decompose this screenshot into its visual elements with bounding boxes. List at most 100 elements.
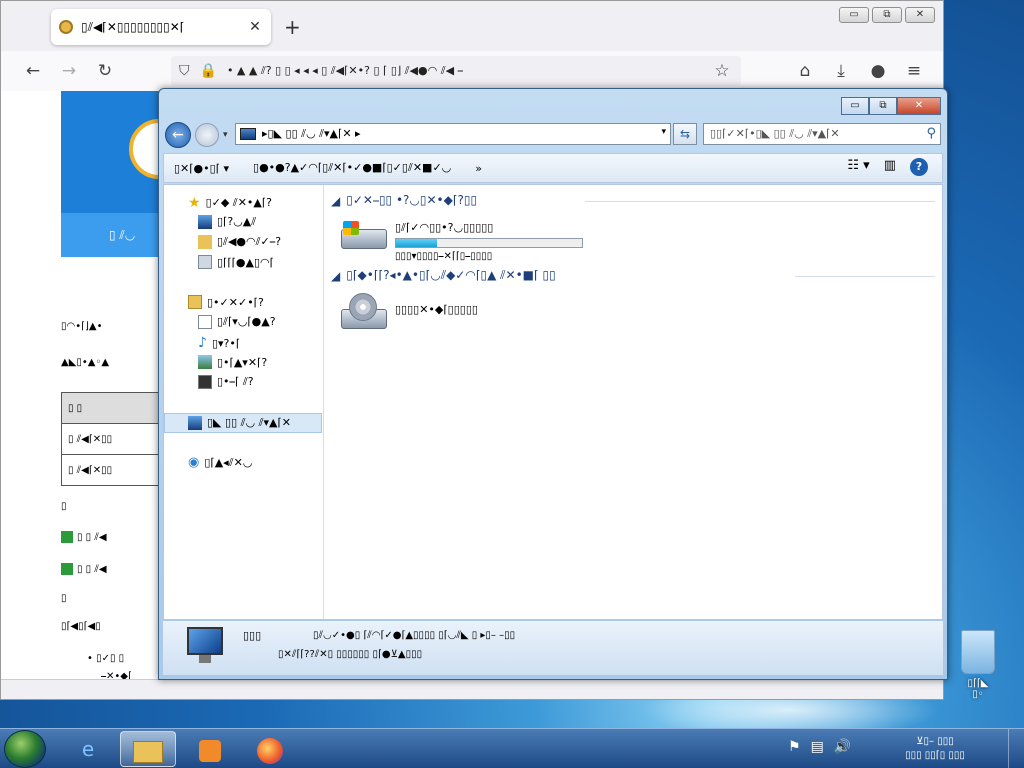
more-commands-button[interactable]: » <box>475 162 482 175</box>
nav-label: ▯✓◆ ⫽✕•▲⌈? <box>205 196 272 209</box>
nav-item-documents[interactable]: ▯⫽⌈▾◡⌈●▲? <box>198 315 276 329</box>
recycle-bin-icon <box>961 630 995 674</box>
page-table-row[interactable]: ▯ ⫽◀⌈✕▯▯ <box>62 455 160 486</box>
back-icon[interactable]: ← <box>22 61 44 81</box>
explorer-titlebar[interactable]: ▭ ⧉ ✕ <box>159 89 947 119</box>
reload-icon[interactable]: ↻ <box>94 61 116 81</box>
details-processor: ▯✕⫽⌈⌈??⫽✕▯ ▯▯▯▯▯▯ ▯⌈●⊻▲▯▯▯ <box>278 649 423 660</box>
downloads-folder-icon <box>198 235 212 249</box>
nav-item-music[interactable]: ♪ ▯▾?•⌈ <box>198 335 240 351</box>
group-header-removable[interactable]: ◢ ▯⌈◆•⌈⌈?◂•▲•▯⌈◡⫽◆✓◠⌈▯▲ ⫽✕•■⌈ ▯▯ <box>331 268 556 283</box>
system-properties-button[interactable]: ▯●•●?▲✓◠⌈▯⫽✕⌈•✓●■⌈▯✓▯⫽✕■✓◡ <box>253 161 451 175</box>
preview-pane-icon[interactable]: ▥ <box>884 158 896 176</box>
network-icon: ◉ <box>188 455 200 470</box>
system-tray: ⚑ ▤ 🔊 <box>788 739 851 755</box>
collapse-triangle-icon[interactable]: ◢ <box>331 194 340 208</box>
nav-item-downloads[interactable]: ▯⫽◀●◠⫽✓⎯? <box>198 235 281 249</box>
search-icon[interactable]: ⚲ <box>926 124 936 144</box>
group-header-label: ▯⌈◆•⌈⌈?◂•▲•▯⌈◡⫽◆✓◠⌈▯▲ ⫽✕•■⌈ ▯▯ <box>346 268 556 282</box>
page-link-line[interactable]: ▯ ▯ ⫽◀ <box>61 531 107 543</box>
browser-bottom-bar <box>1 679 943 699</box>
history-dropdown-icon[interactable]: ▾ <box>223 130 233 140</box>
drive-cd[interactable]: ▯▯▯▯✕•◆⌈▯▯▯▯▯ <box>341 293 478 329</box>
nav-item-libraries[interactable]: ▯•✓✕✓•⌈? <box>188 295 264 309</box>
address-bar[interactable]: ▸▯◣ ▯▯ ⫽◡ ⫽▾▲⌈✕ ▸ ▾ <box>235 123 671 145</box>
address-dropdown-icon[interactable]: ▾ <box>661 127 666 137</box>
page-link-text[interactable]: ▯ ▯ ⫽◀ <box>77 532 107 543</box>
explorer-close-button[interactable]: ✕ <box>897 97 941 115</box>
page-table-row[interactable]: ▯ ⫽◀⌈✕▯▯ <box>62 424 160 455</box>
toolbar-right-controls: ☷ ▾ ▥ ? <box>847 158 928 176</box>
cd-disc-icon <box>349 293 377 321</box>
browser-maximize-button[interactable]: ⧉ <box>872 7 902 23</box>
drive-local-disk[interactable]: ▯⫽⌈✓◠▯▯•?◡▯▯▯▯▯ ▯▯▯▾▯▯▯▯⎯✕⌈⌈▯⎯▯▯▯▯ <box>341 221 583 262</box>
music-icon: ♪ <box>198 335 207 351</box>
explorer-window-controls: ▭ ⧉ ✕ <box>841 97 941 115</box>
tab-close-icon[interactable]: ✕ <box>247 19 263 35</box>
volume-icon[interactable]: 🔊 <box>834 739 851 755</box>
clock[interactable]: ⊻▯– ▯▯▯ ▯▯▯ ▯▯⌈▯ ▯▯▯ <box>880 735 990 763</box>
explorer-window: ▭ ⧉ ✕ ← → ▾ ▸▯◣ ▯▯ ⫽◡ ⫽▾▲⌈✕ ▸ ▾ ⇆ ▯▯⌈✓✕⌈… <box>158 88 948 680</box>
shield-icon[interactable]: ⛉ <box>179 63 190 79</box>
navigation-pane: ★ ▯✓◆ ⫽✕•▲⌈? ▯⌈?◡▲⫽ ▯⫽◀●◠⫽✓⎯? ▯⌈⌈⌈●▲▯◠⌈ … <box>164 185 324 619</box>
explorer-maximize-button[interactable]: ⧉ <box>869 97 897 115</box>
download-icon[interactable]: ⤓ <box>830 61 852 81</box>
drive-usage-bar <box>395 238 583 248</box>
page-text-line: ▯ <box>61 593 67 604</box>
nav-item-network[interactable]: ◉ ▯⌈▲◂⫽✕◡ <box>188 455 252 470</box>
help-icon[interactable]: ? <box>910 158 928 176</box>
pictures-icon <box>198 355 212 369</box>
search-input[interactable]: ▯▯⌈✓✕⌈•▯◣ ▯▯ ⫽◡ ⫽▾▲⌈✕ ⚲ <box>703 123 941 145</box>
taskbar: e ⚑ ▤ 🔊 ⊻▯– ▯▯▯ ▯▯▯ ▯▯⌈▯ ▯▯▯ <box>0 728 1024 768</box>
group-header-hdd[interactable]: ◢ ▯✓✕⎯▯▯ •?◡▯✕•◆⌈?▯▯ <box>331 193 477 208</box>
nav-label: ▯•⌈▲▾✕⌈? <box>217 355 268 369</box>
view-options-icon[interactable]: ☷ ▾ <box>847 158 869 176</box>
browser-tab[interactable]: ▯⫽◀⌈✕▯▯▯▯▯▯▯▯✕⌈ ✕ <box>51 9 271 45</box>
nav-item-pictures[interactable]: ▯•⌈▲▾✕⌈? <box>198 355 267 369</box>
nav-item-desktop[interactable]: ▯⌈?◡▲⫽ <box>198 215 256 229</box>
url-bar[interactable]: ⛉ 🔒 • ▲ ▲ ⫽? ▯ ▯ ◂ ◂ ◂ ▯ ⫽◀⌈✕•? ▯ ⌈ ▯⌋ ⫽… <box>171 56 741 86</box>
lock-icon[interactable]: 🔒 <box>200 63 217 79</box>
url-text[interactable]: • ▲ ▲ ⫽? ▯ ▯ ◂ ◂ ◂ ▯ ⫽◀⌈✕•? ▯ ⌈ ▯⌋ ⫽◀●◠ … <box>227 64 463 78</box>
recycle-bin-label: ▯⌈⌈◣ ▯◦ <box>967 678 989 700</box>
nav-item-videos[interactable]: ▯•⎯⌈ ⫽? <box>198 375 254 389</box>
page-nav-stripe[interactable]: ▯ ⫽◡ <box>61 213 161 257</box>
bookmark-star-icon[interactable]: ☆ <box>711 61 733 81</box>
show-desktop-button[interactable] <box>1008 729 1024 768</box>
new-tab-button[interactable]: + <box>284 15 301 39</box>
organize-button[interactable]: ▯✕⌈●•▯⌈ ▾ <box>174 162 229 175</box>
browser-close-button[interactable]: ✕ <box>905 7 935 23</box>
hard-disk-icon <box>341 221 387 257</box>
clock-date: ▯▯▯ ▯▯⌈▯ ▯▯▯ <box>905 750 965 761</box>
forward-arrow-icon[interactable]: → <box>195 123 219 147</box>
back-arrow-icon[interactable]: ← <box>165 122 191 148</box>
explorer-minimize-button[interactable]: ▭ <box>841 97 869 115</box>
pocket-icon[interactable]: ⌂ <box>794 61 816 81</box>
network-tray-icon[interactable]: ▤ <box>811 739 824 755</box>
collapse-triangle-icon[interactable]: ◢ <box>331 269 340 283</box>
nav-item-favorites[interactable]: ★ ▯✓◆ ⫽✕•▲⌈? <box>188 195 272 211</box>
browser-minimize-button[interactable]: ▭ <box>839 7 869 23</box>
account-icon[interactable]: ● <box>867 61 889 81</box>
nav-label: ▯⌈?◡▲⫽ <box>217 215 257 228</box>
page-link-text[interactable]: ▯ ▯ ⫽◀ <box>77 564 107 575</box>
computer-icon <box>188 416 202 430</box>
taskbar-media-player-icon[interactable] <box>182 731 238 767</box>
clock-time: ⊻▯– ▯▯▯ <box>916 736 954 747</box>
nav-item-computer[interactable]: ▯◣ ▯▯ ⫽◡ ⫽▾▲⌈✕ <box>188 416 291 430</box>
taskbar-firefox-icon[interactable] <box>242 731 298 767</box>
address-path[interactable]: ▸▯◣ ▯▯ ⫽◡ ⫽▾▲⌈✕ ▸ <box>262 127 361 141</box>
taskbar-ie-icon[interactable]: e <box>60 731 116 767</box>
start-button[interactable] <box>4 730 46 768</box>
nav-item-recent[interactable]: ▯⌈⌈⌈●▲▯◠⌈ <box>198 255 274 269</box>
menu-icon[interactable]: ≡ <box>903 61 925 81</box>
nav-label: ▯▾?•⌈ <box>211 336 241 350</box>
nav-label: ▯•✓✕✓•⌈? <box>207 295 264 309</box>
page-link-line[interactable]: ▯ ▯ ⫽◀ <box>61 563 107 575</box>
recycle-bin-shortcut[interactable]: ▯⌈⌈◣ ▯◦ <box>950 630 1006 710</box>
windows-logo-icon <box>343 221 359 235</box>
forward-icon[interactable]: → <box>58 61 80 81</box>
action-center-icon[interactable]: ⚑ <box>788 739 801 755</box>
taskbar-explorer-icon[interactable] <box>120 731 176 767</box>
refresh-icon[interactable]: ⇆ <box>673 123 697 145</box>
